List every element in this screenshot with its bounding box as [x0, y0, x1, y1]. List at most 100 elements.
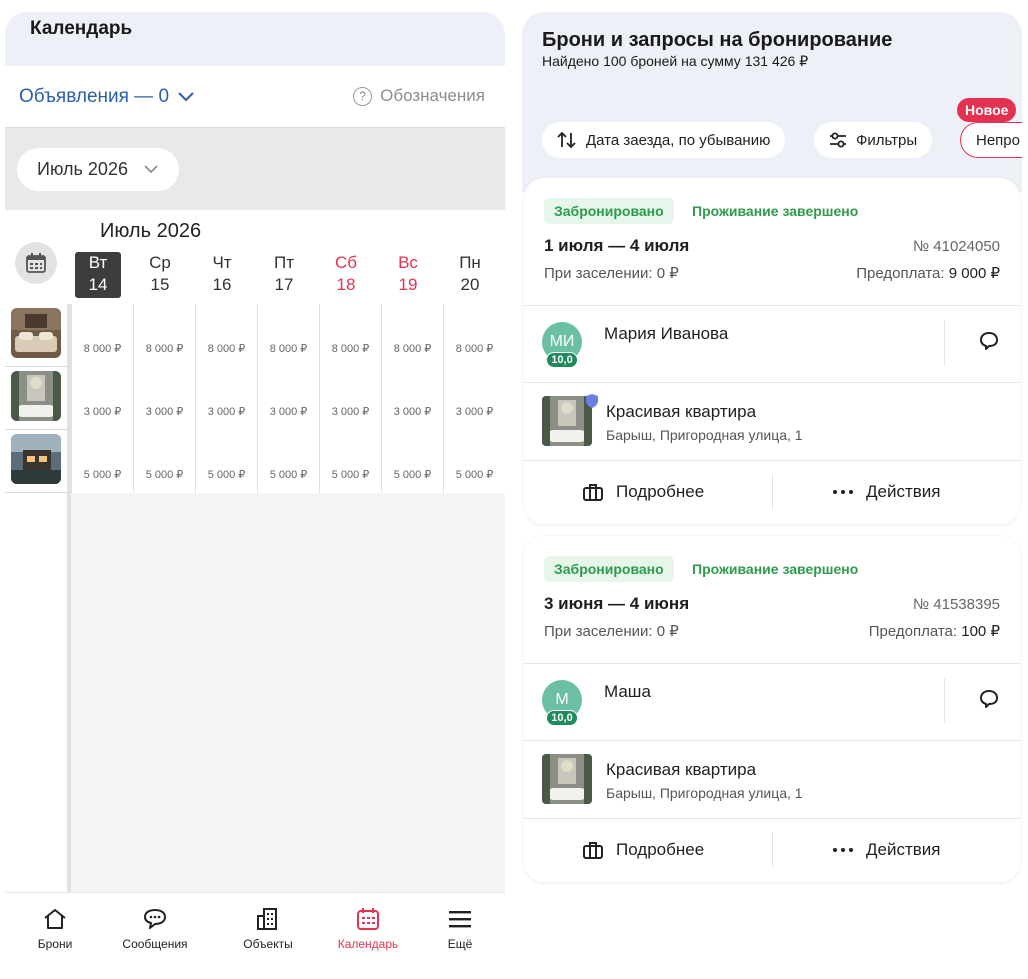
nav-label: Сообщения — [122, 937, 188, 951]
unread-chip-label: Непро — [976, 131, 1020, 149]
nav-label: Брони — [37, 937, 73, 951]
price-cell[interactable]: 3 000 ₽ — [71, 367, 133, 430]
calendar-picker-button[interactable] — [15, 242, 57, 284]
day-date: 19 — [398, 275, 418, 294]
status-badge: Забронировано — [544, 198, 674, 224]
prepayment-label: Предоплата: — [856, 265, 945, 282]
month-select-value: Июль 2026 — [37, 159, 128, 179]
messages-icon — [144, 909, 166, 929]
details-label: Подробнее — [616, 482, 705, 501]
day-header[interactable]: Пт 17 — [253, 252, 315, 298]
price-cell[interactable]: 8 000 ₽ — [381, 304, 443, 367]
price-cell[interactable]: 5 000 ₽ — [195, 430, 257, 493]
rating-badge: 10,0 — [546, 352, 578, 368]
day-date: 15 — [150, 275, 170, 294]
price-cell[interactable]: 5 000 ₽ — [443, 430, 505, 493]
booking-number: № 41024050 — [913, 238, 1000, 255]
day-header[interactable]: Ср 15 — [129, 252, 191, 298]
day-date: 14 — [88, 275, 108, 294]
legend-button[interactable]: ? Обозначения — [353, 86, 485, 106]
price-cell[interactable]: 8 000 ₽ — [443, 304, 505, 367]
day-date: 17 — [274, 275, 294, 294]
price-cell[interactable]: 8 000 ₽ — [257, 304, 319, 367]
status-badge: Забронировано — [544, 556, 674, 582]
actions-button[interactable]: Действия — [832, 482, 940, 502]
filters-chip[interactable]: Фильтры — [814, 122, 933, 158]
listing-thumbnail[interactable] — [11, 371, 61, 421]
calendar-grid: Июль 2026 Вт 14 Ср 15 Чт 16 Пт 17 Сб 18 … — [5, 210, 505, 892]
day-of-week: Сб — [334, 253, 357, 272]
nav-item-more[interactable]: Ещё — [410, 905, 510, 951]
page-title: Брони и запросы на бронирование — [542, 29, 893, 51]
property-thumbnail[interactable] — [542, 396, 592, 446]
nav-label: Календарь — [337, 937, 399, 951]
booking-number: № 41538395 — [913, 596, 1000, 613]
unread-chip[interactable]: Непро — [960, 122, 1022, 158]
property-thumbnail[interactable] — [542, 754, 592, 804]
property-name[interactable]: Красивая квартира — [606, 760, 756, 780]
day-header-today[interactable]: Вт 14 — [75, 252, 121, 298]
price-cell[interactable]: 5 000 ₽ — [319, 430, 381, 493]
details-button[interactable]: Подробнее — [582, 482, 704, 502]
legend-label: Обозначения — [380, 86, 485, 105]
bottom-nav: Брони Сообщения Объекты Календарь Ещё — [5, 892, 505, 979]
briefcase-icon — [583, 484, 603, 501]
day-of-week: Чт — [212, 253, 232, 272]
nav-item-objects[interactable]: Объекты — [218, 905, 318, 951]
price-cell[interactable]: 8 000 ₽ — [195, 304, 257, 367]
property-name[interactable]: Красивая квартира — [606, 402, 756, 422]
guest-name[interactable]: Мария Иванова — [604, 324, 728, 344]
details-label: Подробнее — [616, 840, 705, 859]
price-cell[interactable]: 5 000 ₽ — [133, 430, 195, 493]
chat-icon — [980, 332, 998, 350]
details-button[interactable]: Подробнее — [582, 840, 704, 860]
listing-thumbnail[interactable] — [11, 308, 61, 358]
price-cell[interactable]: 3 000 ₽ — [257, 367, 319, 430]
month-select-band: Июль 2026 — [5, 128, 505, 210]
divider — [944, 678, 945, 724]
nav-item-messages[interactable]: Сообщения — [105, 905, 205, 951]
actions-button[interactable]: Действия — [832, 840, 940, 860]
price-cell[interactable]: 5 000 ₽ — [71, 430, 133, 493]
bookings-header: Брони и запросы на бронирование Найдено … — [522, 12, 1022, 192]
calendar-header: Календарь — [5, 12, 505, 66]
chat-button[interactable] — [976, 686, 1002, 712]
ads-dropdown-label: Объявления — 0 — [19, 86, 170, 107]
briefcase-icon — [583, 842, 603, 859]
listing-thumbnail[interactable] — [11, 434, 61, 484]
day-header-weekend[interactable]: Сб 18 — [315, 252, 377, 298]
nav-item-bookings[interactable]: Брони — [5, 905, 105, 951]
day-header[interactable]: Чт 16 — [191, 252, 253, 298]
chevron-down-icon — [178, 92, 194, 102]
price-cell[interactable]: 8 000 ₽ — [319, 304, 381, 367]
month-select[interactable]: Июль 2026 — [17, 148, 179, 191]
property-address: Барыш, Пригородная улица, 1 — [606, 785, 803, 801]
ads-dropdown[interactable]: Объявления — 0 — [19, 86, 195, 108]
prepayment-value: 100 ₽ — [961, 623, 1000, 640]
price-cell[interactable]: 3 000 ₽ — [133, 367, 195, 430]
divider — [524, 460, 1020, 461]
price-cell[interactable]: 5 000 ₽ — [381, 430, 443, 493]
sort-chip-label: Дата заезда, по убыванию — [586, 131, 771, 149]
price-cell[interactable]: 3 000 ₽ — [195, 367, 257, 430]
nav-item-calendar[interactable]: Календарь — [318, 905, 418, 951]
price-cell[interactable]: 5 000 ₽ — [257, 430, 319, 493]
price-cell[interactable]: 3 000 ₽ — [319, 367, 381, 430]
price-cell[interactable]: 3 000 ₽ — [381, 367, 443, 430]
sort-chip[interactable]: Дата заезда, по убыванию — [542, 122, 786, 158]
divider — [524, 740, 1020, 741]
booking-card: Забронировано Проживание завершено 1 июл… — [524, 178, 1020, 524]
actions-label: Действия — [866, 840, 941, 859]
help-icon: ? — [353, 86, 373, 106]
day-header-weekend[interactable]: Вс 19 — [377, 252, 439, 298]
bookings-summary: Найдено 100 броней на сумму 131 426 ₽ — [542, 53, 809, 69]
day-header[interactable]: Пн 20 — [439, 252, 501, 298]
calendar-panel: Календарь Объявления — 0 ? Обозначения И… — [5, 12, 505, 979]
listing-row: 8 000 ₽ 8 000 ₽ 8 000 ₽ 8 000 ₽ 8 000 ₽ … — [5, 304, 505, 367]
price-cell[interactable]: 8 000 ₽ — [133, 304, 195, 367]
prepayment: Предоплата: 9 000 ₽ — [856, 264, 1000, 282]
guest-name[interactable]: Маша — [604, 682, 651, 702]
chat-button[interactable] — [976, 328, 1002, 354]
price-cell[interactable]: 3 000 ₽ — [443, 367, 505, 430]
price-cell[interactable]: 8 000 ₽ — [71, 304, 133, 367]
